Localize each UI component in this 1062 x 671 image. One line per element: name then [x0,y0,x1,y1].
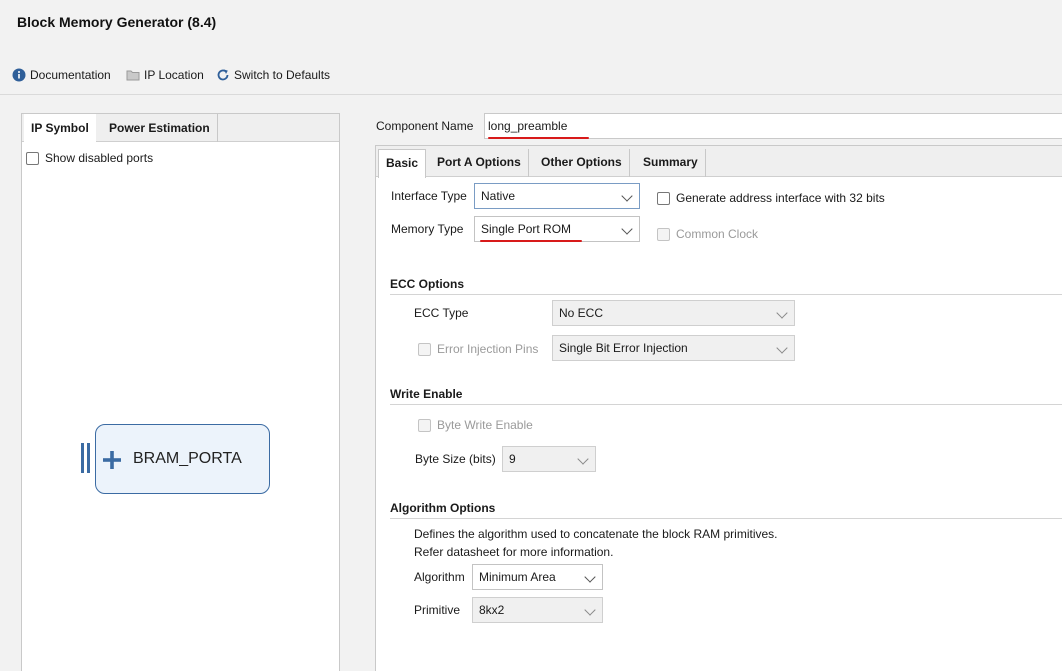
byte-size-label: Byte Size (bits) [415,452,496,466]
chevron-down-icon [584,571,596,583]
error-injection-checkbox[interactable] [418,342,431,356]
chevron-down-icon [621,223,633,235]
gen-addr-option[interactable]: Generate address interface with 32 bits [657,191,885,205]
interface-type-select[interactable]: Native [474,183,640,209]
chevron-down-icon [621,190,633,202]
error-injection-option[interactable]: Error Injection Pins [418,342,538,356]
component-name-label: Component Name [376,119,474,133]
algorithm-value: Minimum Area [479,570,556,584]
right-tabbar: Basic Port A Options Other Options Summa… [376,146,1062,178]
right-panel: Basic Port A Options Other Options Summa… [375,145,1062,671]
byte-write-checkbox[interactable] [418,418,431,432]
ecc-type-select[interactable]: No ECC [552,300,795,326]
primitive-label: Primitive [414,603,461,617]
documentation-label: Documentation [30,68,111,82]
folder-icon [126,70,140,81]
tab-port-a-options[interactable]: Port A Options [430,149,529,177]
port-bar-right [87,443,90,473]
memory-type-select[interactable]: Single Port ROM [474,216,640,242]
algorithm-desc-line1: Defines the algorithm used to concatenat… [414,527,778,541]
left-tabbar: IP Symbol Power Estimation [22,114,339,143]
write-enable-section-rule [390,404,1062,405]
write-enable-section-title: Write Enable [390,387,463,401]
ecc-type-value: No ECC [559,306,604,320]
port-bar-left [81,443,84,473]
tab-power-estimation[interactable]: Power Estimation [102,114,218,142]
error-injection-select[interactable]: Single Bit Error Injection [552,335,795,361]
error-injection-label: Error Injection Pins [437,342,539,356]
ip-location-button[interactable]: IP Location [126,66,204,84]
show-disabled-ports[interactable]: Show disabled ports [26,151,153,165]
byte-write-label: Byte Write Enable [437,418,533,432]
interface-type-label: Interface Type [391,189,467,203]
left-panel: IP Symbol Power Estimation Show disabled… [21,113,340,671]
toolbar-divider [0,94,1062,95]
show-disabled-ports-label: Show disabled ports [45,151,154,165]
show-disabled-ports-checkbox[interactable] [26,151,39,165]
switch-defaults-label: Switch to Defaults [234,68,331,82]
gen-addr-label: Generate address interface with 32 bits [676,191,885,205]
tab-other-options[interactable]: Other Options [534,149,630,177]
byte-size-select[interactable]: 9 [502,446,596,472]
switch-defaults-button[interactable]: Switch to Defaults [216,66,330,84]
ip-location-label: IP Location [144,68,204,82]
ecc-type-label: ECC Type [414,306,469,320]
algorithm-section-title: Algorithm Options [390,501,496,515]
plus-icon[interactable] [102,450,122,470]
refresh-icon [217,69,229,81]
interface-type-value: Native [481,189,516,203]
byte-size-value: 9 [509,452,516,466]
primitive-select[interactable]: 8kx2 [472,597,603,623]
chevron-down-icon [776,342,788,354]
bram-porta-block[interactable]: BRAM_PORTA [95,424,270,494]
annotation-underline-memory-type [480,240,582,242]
component-name-input[interactable]: long_preamble [484,113,1062,139]
tab-basic[interactable]: Basic [378,149,427,178]
chevron-down-icon [584,604,596,616]
chevron-down-icon [577,453,589,465]
common-clock-label: Common Clock [676,227,759,241]
tab-summary[interactable]: Summary [636,149,706,177]
algorithm-label: Algorithm [414,570,465,584]
annotation-underline-component [488,137,589,139]
ecc-section-title: ECC Options [390,277,464,291]
primitive-value: 8kx2 [479,603,505,617]
memory-type-value: Single Port ROM [481,222,572,236]
gen-addr-checkbox[interactable] [657,191,670,205]
algorithm-section-rule [390,518,1062,519]
window-title: Block Memory Generator (8.4) [17,14,217,30]
bram-porta-label: BRAM_PORTA [133,450,242,467]
info-icon [12,68,26,82]
error-injection-value: Single Bit Error Injection [559,341,688,355]
documentation-button[interactable]: Documentation [12,66,111,84]
tab-ip-symbol[interactable]: IP Symbol [24,114,96,143]
algorithm-select[interactable]: Minimum Area [472,564,603,590]
common-clock-checkbox[interactable] [657,227,670,241]
algorithm-desc-line2: Refer datasheet for more information. [414,545,614,559]
memory-type-label: Memory Type [391,222,464,236]
ecc-section-rule [390,294,1062,295]
byte-write-option[interactable]: Byte Write Enable [418,418,533,432]
chevron-down-icon [776,307,788,319]
common-clock-option[interactable]: Common Clock [657,227,758,241]
